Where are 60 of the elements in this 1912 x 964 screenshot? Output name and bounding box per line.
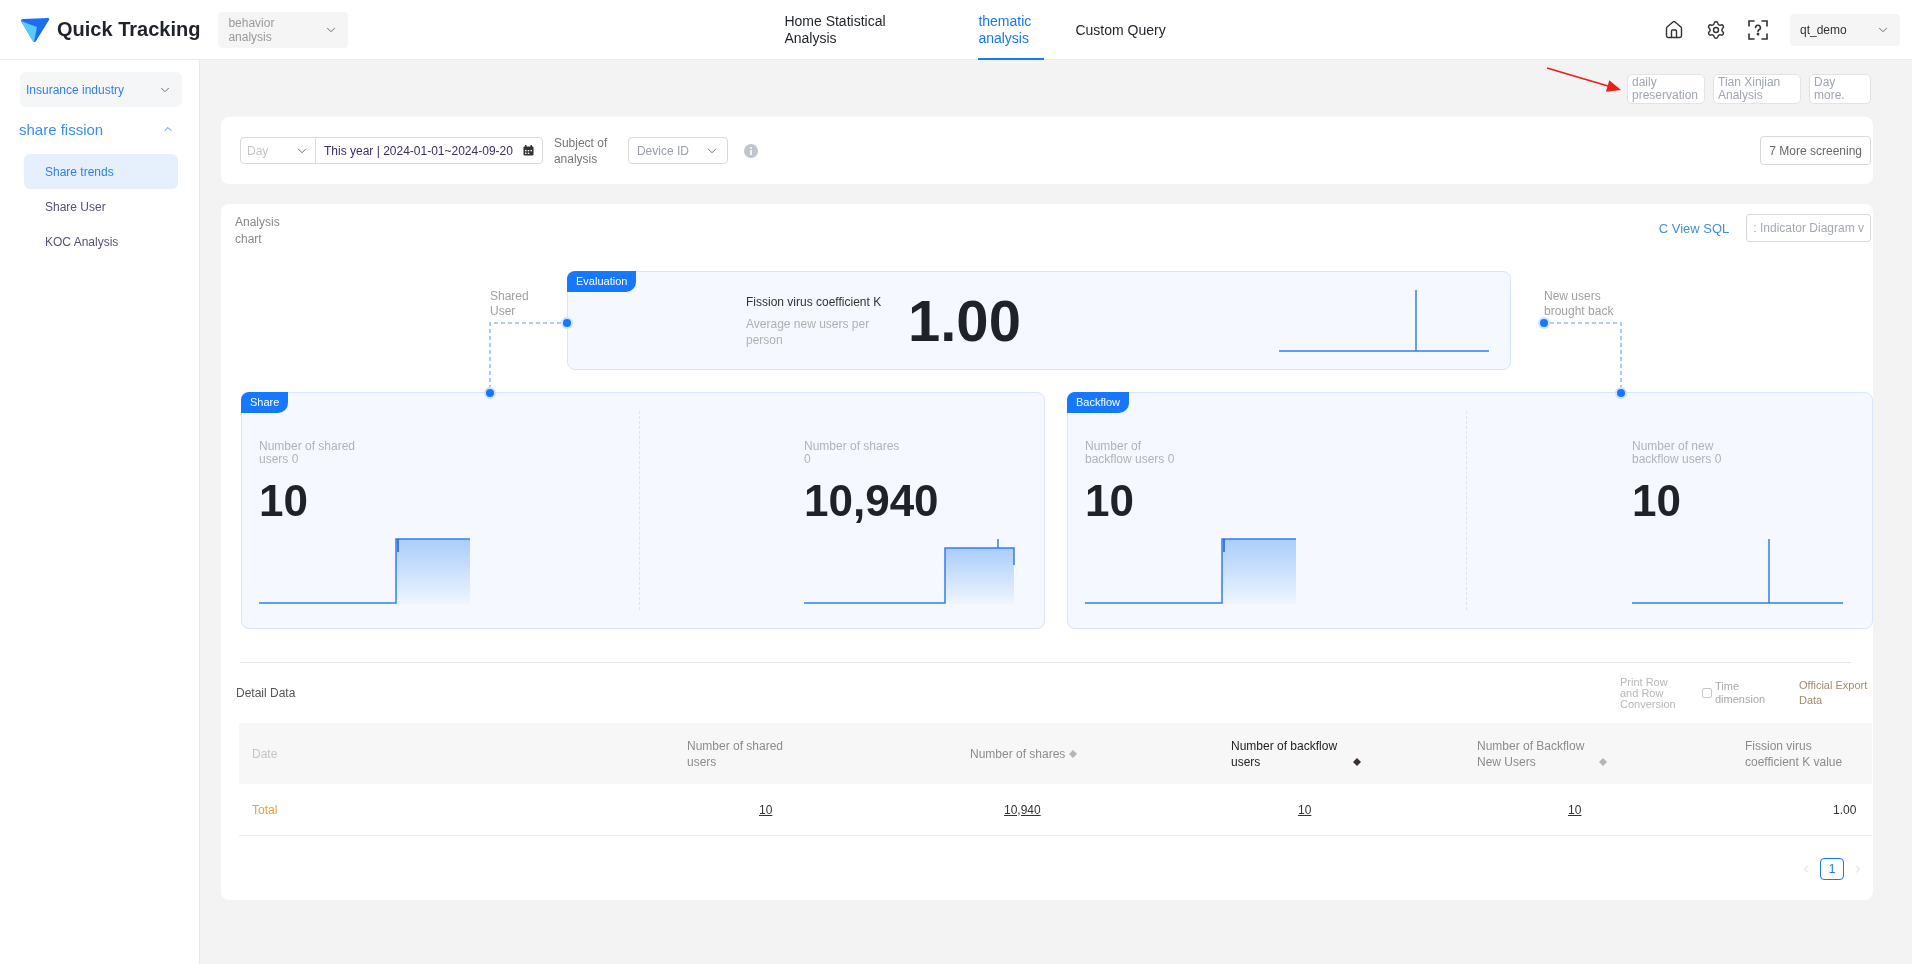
column-header: Fission virus coefficient K value [1745, 737, 1844, 770]
metric-subtitle: Average new users per person [746, 315, 871, 348]
metric-label: Number of new backflow users 0 [1632, 440, 1723, 466]
metric-label: Number of shares 0 [804, 440, 901, 466]
view-select[interactable]: : Indicator Diagram v [1746, 214, 1871, 242]
column-header: Number of backflow users [1231, 737, 1339, 770]
brand-name: Quick Tracking [57, 18, 201, 41]
subject-select[interactable]: Device ID [627, 137, 728, 164]
module-select[interactable]: behavior analysis [218, 11, 349, 48]
table-link[interactable]: 10,940 [1004, 802, 1041, 817]
menu-group-header[interactable]: share fission [19, 116, 182, 142]
quick-link-button[interactable]: Day more. [1809, 73, 1871, 104]
nav-tab[interactable]: Custom Query [1075, 0, 1166, 60]
table-cell: Total [252, 802, 278, 817]
card-tag: Evaluation [567, 271, 637, 292]
nav-tab[interactable]: Home Statistical Analysis [784, 0, 910, 60]
card-tag: Share [241, 392, 289, 413]
connector-label: Shared User [490, 289, 530, 319]
connector-label: New users brought back [1544, 289, 1615, 319]
column-header: Number of shared users [687, 737, 785, 770]
metric-value: 10 [259, 476, 308, 526]
section-title: Analysis chart [235, 214, 281, 248]
export-button[interactable]: Official Export Data [1799, 678, 1869, 708]
quick-link-button[interactable]: Tian Xinjian Analysis [1713, 73, 1801, 104]
metric-label: Number of backflow users 0 [1085, 440, 1176, 466]
menu-item[interactable]: Share trends [24, 154, 178, 189]
table-link[interactable]: 10 [1298, 802, 1312, 817]
table-link[interactable]: 10 [1568, 802, 1582, 817]
home-icon[interactable] [1664, 19, 1684, 40]
metric-value: 10 [1085, 476, 1134, 526]
industry-select[interactable]: Insurance industry [20, 72, 182, 107]
logo-icon [20, 16, 50, 43]
settings-icon[interactable] [1706, 19, 1726, 40]
column-header: Number of shares [970, 745, 1066, 762]
metric-label: Number of shared users 0 [259, 440, 357, 466]
connector-dot [1538, 317, 1550, 329]
sort-icon[interactable] [1353, 757, 1361, 766]
menu-item[interactable]: Share User [24, 189, 178, 224]
calendar-icon [522, 145, 534, 156]
quick-link-button[interactable]: daily preservation [1627, 73, 1705, 104]
section-title: Detail Data [236, 686, 296, 700]
checkbox-label: Time dimension [1715, 680, 1767, 706]
column-header: Number of Backflow New Users [1477, 737, 1586, 770]
field-label: Subject of analysis [553, 134, 609, 167]
checkbox[interactable] [1702, 688, 1712, 698]
user-select[interactable]: qt_demo [1790, 13, 1900, 46]
metric-value: 1.00 [908, 287, 1021, 354]
table-cell: 1.00 [1833, 802, 1857, 817]
table-link[interactable]: 10 [759, 802, 773, 817]
metric-label: Fission virus coefficient K [746, 293, 883, 310]
metric-value: 10 [1632, 476, 1681, 526]
metric-value: 10,940 [804, 476, 939, 526]
date-range-field[interactable]: This year | 2024-01-01~2024-09-20 [315, 137, 543, 164]
view-sql-link[interactable]: C View SQL [1658, 220, 1730, 236]
menu-item[interactable]: KOC Analysis [24, 224, 178, 259]
more-screening-button[interactable]: 7 More screening [1760, 136, 1871, 165]
page-button[interactable]: 1 [1820, 858, 1844, 880]
help-icon[interactable] [1748, 19, 1768, 40]
card-tag: Backflow [1067, 392, 1130, 413]
info-icon [743, 143, 758, 158]
